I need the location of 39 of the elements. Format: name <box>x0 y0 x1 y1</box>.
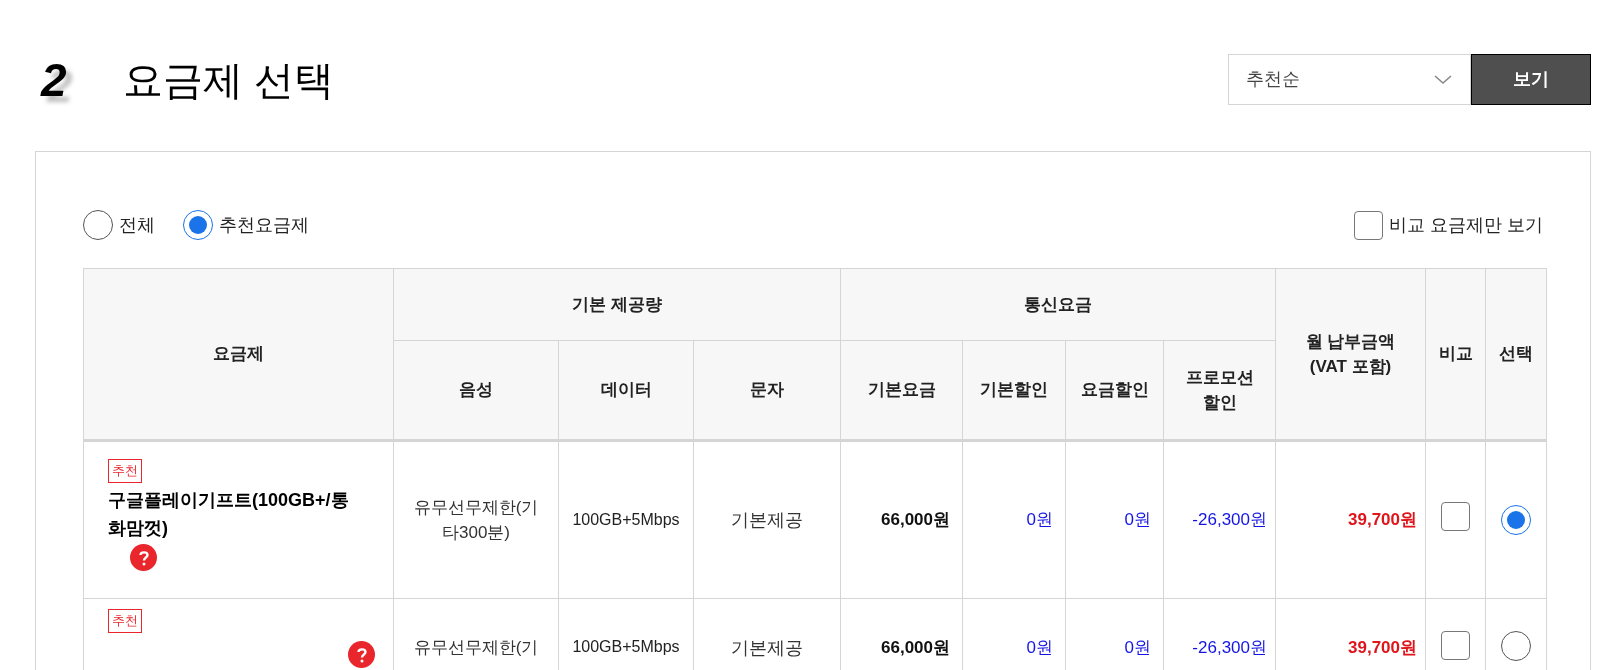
table-cell: 100GB+5Mbps <box>572 638 680 655</box>
table-cell-text: 유무선무제한(기 <box>412 637 540 659</box>
view-button[interactable]: 보기 <box>1471 54 1591 105</box>
sort-dropdown[interactable]: 추천순 <box>1228 54 1471 105</box>
column-header: 기본 제공량 <box>572 294 662 314</box>
column-header: 프로모션 할인 <box>1184 366 1255 414</box>
table-cell: 기본제공 <box>731 638 803 658</box>
recommend-tag: 추천 <box>108 609 142 633</box>
column-header: 음성 <box>459 379 493 402</box>
column-header: 비교 <box>1438 343 1473 366</box>
checkbox-label[interactable]: 비교 요금제만 보기 <box>1389 211 1543 239</box>
column-header: 문자 <box>750 379 784 402</box>
column-header: 선택 <box>1499 343 1533 366</box>
table-cell: 기본제공 <box>731 509 803 530</box>
table-cell: 0원 <box>1026 638 1053 657</box>
radio-label[interactable]: 추천요금제 <box>219 211 309 239</box>
plan-name: 구글플레이기프트(100GB+/통화맘껏) <box>108 489 350 540</box>
step-number: 2 <box>41 56 67 103</box>
column-header: 기본할인 <box>980 379 1048 402</box>
table-cell: -26,300원 <box>1192 638 1267 657</box>
recommend-tag: 추천 <box>108 459 142 483</box>
table-cell: 66,000원 <box>881 638 950 657</box>
column-header: 월 납부금액 (VAT 포함) <box>1304 330 1397 378</box>
table-cell: 39,700원 <box>1348 510 1417 530</box>
column-header: 요금제 <box>213 343 264 366</box>
table-cell: 0원 <box>1124 510 1151 530</box>
section-title: 요금제 선택 <box>122 59 334 100</box>
column-header: 데이터 <box>600 379 652 402</box>
table-cell: -26,300원 <box>1192 510 1267 530</box>
table-cell: 39,700원 <box>1348 638 1417 657</box>
table-cell: 66,000원 <box>881 510 950 530</box>
table-cell: 0원 <box>1124 638 1151 657</box>
radio-label[interactable]: 전체 <box>119 211 155 239</box>
table-cell-text: 유무선무제한(기타300분) <box>412 496 540 544</box>
table-cell: 0원 <box>1026 510 1053 530</box>
column-header: 기본요금 <box>867 379 936 402</box>
column-header: 통신요금 <box>1024 294 1092 314</box>
column-header: 요금할인 <box>1080 379 1149 402</box>
table-cell: 100GB+5Mbps <box>572 511 680 528</box>
